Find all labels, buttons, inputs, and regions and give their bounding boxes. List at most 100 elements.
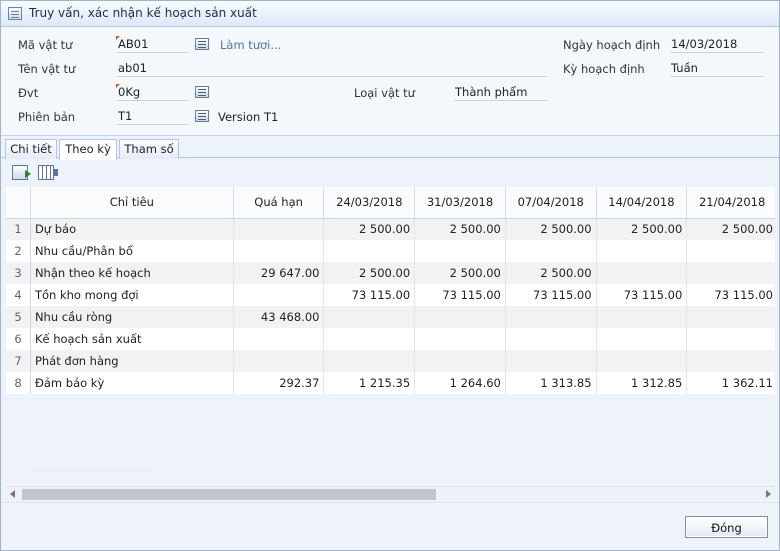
value-cell <box>233 240 325 262</box>
metric-name-cell: Đảm bảo kỳ <box>30 372 234 394</box>
value-cell <box>686 262 775 284</box>
table-row[interactable]: 7 Phát đơn hàng <box>6 350 775 372</box>
footer-bar: Đóng <box>1 502 779 550</box>
table-row[interactable]: 1 Dự báo 2 500.00 2 500.00 2 500.00 2 500.00 2… <box>6 218 775 240</box>
metric-name-cell: Phát đơn hàng <box>30 350 234 372</box>
value-cell <box>414 350 506 372</box>
ngay-hoach-dinh-field[interactable]: 14/03/2018 <box>670 36 764 53</box>
scroll-right-icon[interactable] <box>766 490 771 498</box>
column-header[interactable]: 14/04/2018 <box>596 187 688 219</box>
faded-watermark <box>31 469 151 481</box>
grid-toolbar <box>1 159 779 187</box>
value-cell <box>323 350 416 372</box>
loai-vat-tu-field[interactable]: Thành phẩm <box>454 84 548 101</box>
column-header[interactable]: Quá hạn <box>233 187 325 219</box>
dvt-field[interactable]: 0Kg <box>116 84 189 101</box>
value-cell: 2 500.00 <box>505 218 597 240</box>
value-cell: 73 115.00 <box>323 284 416 306</box>
row-number: 8 <box>6 372 31 394</box>
ngay-hoach-dinh-label: Ngày hoạch định <box>563 38 661 52</box>
ma-vat-tu-label: Mã vật tư <box>18 38 73 52</box>
value-cell <box>233 284 325 306</box>
value-cell: 2 500.00 <box>686 218 775 240</box>
value-cell <box>686 240 775 262</box>
loai-vat-tu-label: Loại vật tư <box>354 86 415 100</box>
ky-hoach-dinh-field[interactable]: Tuần <box>670 60 764 77</box>
value-cell: 29 647.00 <box>233 262 325 284</box>
column-header[interactable]: 24/03/2018 <box>323 187 416 219</box>
row-number: 7 <box>6 350 31 372</box>
value-cell: 292.37 <box>233 372 325 394</box>
metric-name-cell: Nhu cầu/Phân bổ <box>30 240 234 262</box>
window-title: Truy vấn, xác nhận kế hoạch sản xuất <box>29 6 257 20</box>
refresh-link[interactable]: Làm tươi... <box>220 38 281 52</box>
dvt-lookup-icon[interactable] <box>195 86 209 98</box>
table-row[interactable]: 5 Nhu cầu ròng 43 468.00 <box>6 306 775 328</box>
dvt-label: Đvt <box>18 86 39 100</box>
tab-tham-so[interactable]: Tham số <box>119 139 179 159</box>
export-icon[interactable] <box>12 165 31 180</box>
columns-icon[interactable] <box>38 165 58 180</box>
value-cell: 1 362.11 <box>686 372 775 394</box>
row-number: 6 <box>6 328 31 350</box>
tab-strip: Chi tiết Theo kỳ Tham số <box>1 135 779 160</box>
phien-ban-lookup-icon[interactable] <box>195 110 209 122</box>
grid-header-row: Chỉ tiêu Quá hạn 24/03/2018 31/03/2018 0… <box>6 187 775 219</box>
value-cell <box>414 328 506 350</box>
value-cell: 2 500.00 <box>323 218 416 240</box>
value-cell: 2 500.00 <box>596 218 688 240</box>
row-number: 2 <box>6 240 31 262</box>
value-cell: 1 313.85 <box>505 372 597 394</box>
tab-chi-tiet[interactable]: Chi tiết <box>5 139 57 159</box>
table-row[interactable]: 3 Nhận theo kế hoạch 29 647.00 2 500.00 2 50… <box>6 262 775 284</box>
value-cell <box>686 306 775 328</box>
value-cell <box>323 240 416 262</box>
window-icon <box>8 7 22 20</box>
ma-vat-tu-lookup-icon[interactable] <box>195 38 209 50</box>
table-row[interactable]: 8 Đảm bảo kỳ 292.37 1 215.35 1 264.60 1 313.8… <box>6 372 775 394</box>
table-row[interactable]: 2 Nhu cầu/Phân bổ <box>6 240 775 262</box>
ten-vat-tu-label: Tên vật tư <box>18 62 76 76</box>
value-cell <box>596 350 688 372</box>
value-cell <box>596 328 688 350</box>
column-header[interactable]: Chỉ tiêu <box>30 187 234 219</box>
row-number: 3 <box>6 262 31 284</box>
value-cell: 73 115.00 <box>505 284 597 306</box>
close-button[interactable]: Đóng <box>685 516 768 538</box>
metric-name-cell: Nhu cầu ròng <box>30 306 234 328</box>
scroll-left-icon[interactable] <box>10 490 15 498</box>
row-number-header <box>6 187 31 219</box>
value-cell <box>233 218 325 240</box>
column-header[interactable]: 07/04/2018 <box>505 187 597 219</box>
ky-hoach-dinh-label: Kỳ hoạch định <box>563 62 645 76</box>
row-number: 1 <box>6 218 31 240</box>
ten-vat-tu-field[interactable]: ab01 <box>117 60 547 77</box>
table-row[interactable]: 4 Tồn kho mong đợi 73 115.00 73 115.00 73 11… <box>6 284 775 306</box>
value-cell: 2 500.00 <box>414 262 506 284</box>
row-number: 4 <box>6 284 31 306</box>
column-header[interactable]: 21/04/2018 <box>686 187 775 219</box>
value-cell <box>505 306 597 328</box>
value-cell: 1 264.60 <box>414 372 506 394</box>
metric-name-cell: Dự báo <box>30 218 234 240</box>
row-number: 5 <box>6 306 31 328</box>
tab-theo-ky[interactable]: Theo kỳ <box>59 139 117 160</box>
table-row[interactable]: 6 Kế hoạch sản xuất <box>6 328 775 350</box>
value-cell: 1 312.85 <box>596 372 688 394</box>
metric-name-cell: Nhận theo kế hoạch <box>30 262 234 284</box>
value-cell: 1 215.35 <box>323 372 416 394</box>
value-cell <box>596 306 688 328</box>
value-cell <box>505 328 597 350</box>
value-cell <box>414 240 506 262</box>
value-cell <box>323 328 416 350</box>
value-cell <box>686 328 775 350</box>
horizontal-scrollbar[interactable] <box>6 486 775 502</box>
value-cell: 73 115.00 <box>414 284 506 306</box>
value-cell <box>505 350 597 372</box>
ma-vat-tu-field[interactable]: AB01 <box>116 36 189 53</box>
column-header[interactable]: 31/03/2018 <box>414 187 506 219</box>
value-cell <box>596 262 688 284</box>
title-bar: Truy vấn, xác nhận kế hoạch sản xuất <box>1 1 779 27</box>
phien-ban-field[interactable]: T1 <box>117 108 189 125</box>
scroll-thumb[interactable] <box>22 489 436 500</box>
